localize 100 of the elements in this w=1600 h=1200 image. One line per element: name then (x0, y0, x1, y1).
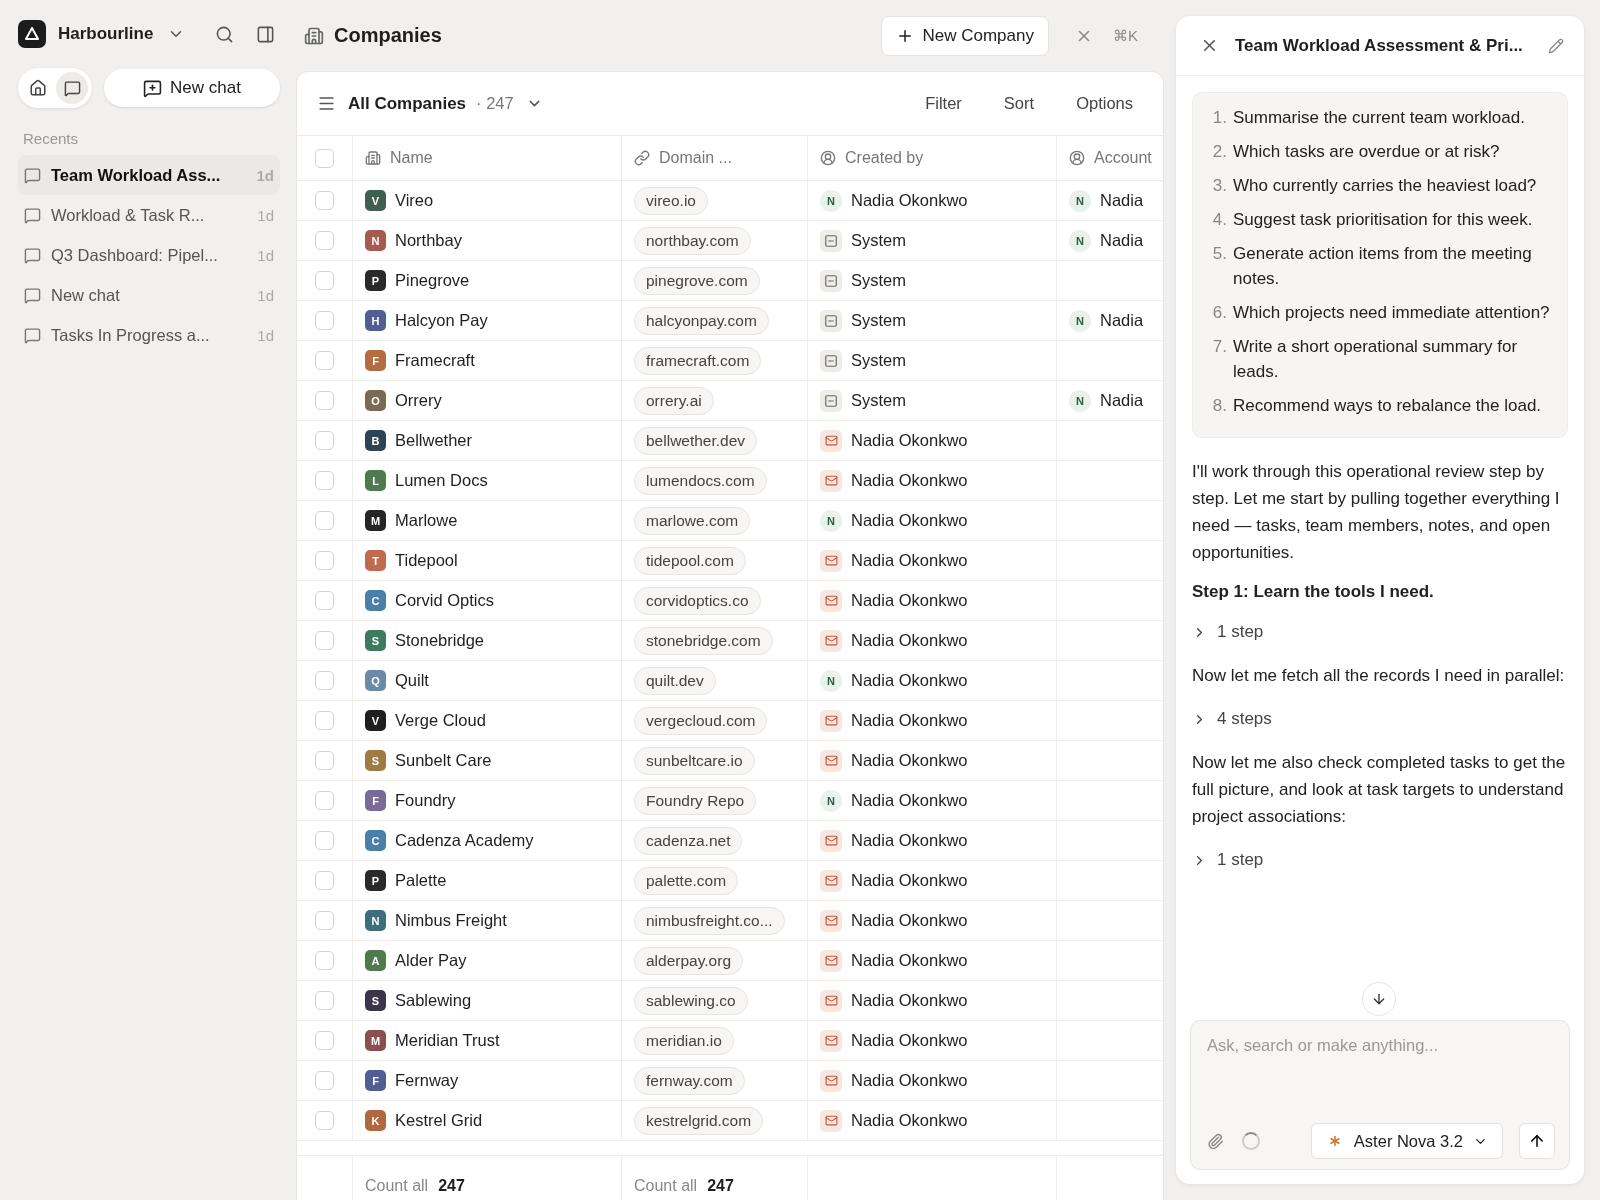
composer-field[interactable]: Ask, search or make anything... Aster Nova 3.2 (1190, 1020, 1570, 1170)
company-name[interactable]: Palette (395, 871, 447, 890)
column-header[interactable]: Account (1094, 149, 1152, 167)
logo[interactable] (18, 20, 46, 48)
domain-tag[interactable]: nimbusfreight.co... (634, 906, 785, 935)
domain-tag[interactable]: lumendocs.com (634, 466, 767, 495)
checkbox[interactable] (315, 911, 334, 930)
checkbox[interactable] (315, 1071, 334, 1090)
company-name[interactable]: Sunbelt Care (395, 751, 492, 770)
recent-chat-item[interactable]: Q3 Dashboard: Pipel... 1d (18, 235, 280, 275)
workspace-name[interactable]: Harbourline (58, 24, 154, 44)
scroll-down-button[interactable] (1362, 982, 1396, 1016)
creator-name: System (851, 391, 906, 410)
toolbar-button[interactable]: Sort (997, 93, 1041, 114)
company-name[interactable]: Marlowe (395, 511, 458, 530)
company-name[interactable]: Sablewing (395, 991, 472, 1010)
domain-tag[interactable]: northbay.com (634, 226, 751, 255)
company-name[interactable]: Foundry (395, 791, 456, 810)
checkbox[interactable] (315, 1031, 334, 1050)
domain-tag[interactable]: halcyonpay.com (634, 306, 769, 335)
company-name[interactable]: Kestrel Grid (395, 1111, 483, 1130)
column-header[interactable]: Domain ... (659, 149, 732, 167)
checkbox[interactable] (315, 511, 334, 530)
company-name[interactable]: Tidepool (395, 551, 458, 570)
company-name[interactable]: Halcyon Pay (395, 311, 488, 330)
domain-tag[interactable]: quilt.dev (634, 666, 716, 695)
domain-tag[interactable]: bellwether.dev (634, 426, 758, 455)
domain-tag[interactable]: framecraft.com (634, 346, 762, 375)
company-name[interactable]: Orrery (395, 391, 442, 410)
checkbox[interactable] (315, 231, 334, 250)
new-company-button[interactable]: New Company (881, 15, 1049, 56)
checkbox[interactable] (315, 551, 334, 570)
model-selector[interactable]: Aster Nova 3.2 (1310, 1123, 1503, 1159)
checkbox[interactable] (315, 871, 334, 890)
domain-tag[interactable]: stonebridge.com (634, 626, 773, 655)
recent-chat-item[interactable]: Tasks In Progress a... 1d (18, 315, 280, 355)
checkbox[interactable] (315, 431, 334, 450)
checkbox[interactable] (315, 671, 334, 690)
recent-chat-item[interactable]: Workload & Task R... 1d (18, 195, 280, 235)
company-name[interactable]: Fernway (395, 1071, 459, 1090)
domain-tag[interactable]: alderpay.org (634, 946, 743, 975)
chat-icon[interactable] (56, 72, 88, 104)
company-name[interactable]: Alder Pay (395, 951, 467, 970)
company-name[interactable]: Framecraft (395, 351, 475, 370)
company-name[interactable]: Stonebridge (395, 631, 484, 650)
send-button[interactable] (1519, 1123, 1555, 1159)
company-name[interactable]: Nimbus Freight (395, 911, 507, 930)
steps-toggle[interactable]: 1 step (1192, 618, 1264, 646)
domain-tag[interactable]: cadenza.net (634, 826, 743, 855)
column-header[interactable]: Name (390, 149, 433, 167)
domain-tag[interactable]: orrery.ai (634, 386, 714, 415)
recent-chat-item[interactable]: Team Workload Ass... 1d (18, 155, 280, 195)
domain-tag[interactable]: corvidoptics.co (634, 586, 761, 615)
checkbox[interactable] (315, 791, 334, 810)
checkbox[interactable] (315, 271, 334, 290)
company-name[interactable]: Lumen Docs (395, 471, 488, 490)
checkbox[interactable] (315, 1111, 334, 1130)
checkbox[interactable] (315, 711, 334, 730)
company-name[interactable]: Verge Cloud (395, 711, 486, 730)
checkbox[interactable] (315, 191, 334, 210)
checkbox[interactable] (315, 591, 334, 610)
domain-tag[interactable]: sablewing.co (634, 986, 748, 1015)
domain-tag[interactable]: fernway.com (634, 1066, 745, 1095)
company-name[interactable]: Quilt (395, 671, 429, 690)
domain-tag[interactable]: Foundry Repo (634, 786, 757, 815)
checkbox[interactable] (315, 751, 334, 770)
checkbox[interactable] (315, 391, 334, 410)
domain-tag[interactable]: meridian.io (634, 1026, 734, 1055)
domain-tag[interactable]: marlowe.com (634, 506, 751, 535)
recent-chat-item[interactable]: New chat 1d (18, 275, 280, 315)
checkbox[interactable] (315, 351, 334, 370)
checkbox[interactable] (315, 311, 334, 330)
company-name[interactable]: Bellwether (395, 431, 473, 450)
company-name[interactable]: Pinegrove (395, 271, 470, 290)
steps-toggle[interactable]: 4 steps (1192, 705, 1272, 733)
company-name[interactable]: Northbay (395, 231, 462, 250)
steps-toggle[interactable]: 1 step (1192, 846, 1264, 874)
company-name[interactable]: Vireo (395, 191, 434, 210)
company-name[interactable]: Meridian Trust (395, 1031, 500, 1050)
checkbox[interactable] (315, 471, 334, 490)
domain-tag[interactable]: sunbeltcare.io (634, 746, 755, 775)
checkbox[interactable] (315, 831, 334, 850)
column-header[interactable]: Created by (845, 149, 924, 167)
domain-tag[interactable]: vergecloud.com (634, 706, 768, 735)
domain-tag[interactable]: kestrelgrid.com (634, 1106, 764, 1135)
creator-name: Nadia Okonkwo (851, 831, 968, 850)
domain-tag[interactable]: pinegrove.com (634, 266, 760, 295)
domain-tag[interactable]: vireo.io (634, 186, 708, 215)
checkbox[interactable] (315, 991, 334, 1010)
toolbar-button[interactable]: Options (1070, 93, 1139, 114)
company-name[interactable]: Cadenza Academy (395, 831, 534, 850)
new-chat-button[interactable]: New chat (104, 69, 280, 107)
domain-tag[interactable]: tidepool.com (634, 546, 746, 575)
checkbox[interactable] (315, 631, 334, 650)
company-name[interactable]: Corvid Optics (395, 591, 495, 610)
checkbox[interactable] (315, 148, 334, 168)
domain-tag[interactable]: palette.com (634, 866, 739, 895)
checkbox[interactable] (315, 951, 334, 970)
toolbar-button[interactable]: Filter (919, 93, 968, 114)
view-name[interactable]: All Companies (348, 93, 467, 114)
